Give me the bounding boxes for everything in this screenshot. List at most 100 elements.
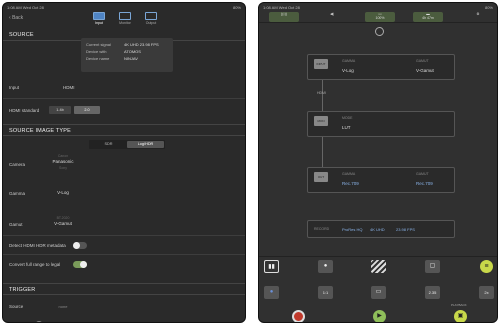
connector-line — [322, 80, 323, 111]
input-gamut-value: V-Gamut — [416, 68, 434, 73]
hdmi-2-0-button[interactable]: 2.0 — [74, 106, 100, 114]
frame-guide-tool[interactable]: ▢ — [425, 260, 440, 273]
hdmi-1-4b-button[interactable]: 1.4b — [49, 106, 71, 114]
detect-hdr-toggle[interactable] — [73, 242, 87, 249]
play-button[interactable]: ▶ — [373, 310, 386, 322]
output-gamma-value: Rec.709 — [342, 181, 359, 186]
gamut-picker[interactable]: BT.2020 V-Gamut — [43, 215, 83, 227]
record-codec: ProRes HQ — [342, 227, 363, 232]
input-mode-tool[interactable]: ▮▮ — [264, 260, 279, 273]
camera-icon[interactable] — [375, 27, 384, 36]
tab-monitor[interactable]: Monitor — [115, 12, 135, 25]
input-gamma-label: GAMMA — [342, 59, 356, 63]
monitor-mode-label: MODE — [342, 116, 353, 120]
input-label: Input — [9, 85, 20, 90]
scale-label: 2x — [484, 290, 489, 295]
back-label: Back — [12, 15, 24, 21]
back-button[interactable]: ‹ Back — [9, 15, 23, 21]
zoom-label: 1:1 — [322, 290, 329, 295]
signal-icon: ((•)) — [281, 12, 287, 16]
scale-tool[interactable]: 2x — [479, 286, 494, 299]
device-name-value: NINJAV — [124, 56, 138, 61]
monitor-icon — [119, 12, 131, 20]
tab-input-label: Input — [95, 21, 103, 25]
convert-range-label: Convert full range to legal — [9, 262, 61, 267]
gamut-selected: V-Gamut — [54, 221, 72, 226]
current-signal-value: 4K UHD 23.98 FPS — [124, 42, 159, 47]
user-tool[interactable]: ● — [318, 260, 333, 273]
camera-picker[interactable]: Canon Panasonic Sony — [43, 153, 83, 171]
top-toolbar: ((•)) ◀) ▭ 100% ▬ 4h 47m ⚙ — [259, 11, 497, 23]
output-gamut-label: GAMUT — [416, 172, 429, 176]
top-nav: ‹ Back Input Monitor Output — [3, 12, 245, 26]
connector-line — [322, 137, 323, 167]
playback-icon: ▣ — [457, 313, 464, 319]
input-box[interactable]: INPUT GAMMA V-Log GAMUT V-Gamut — [307, 54, 455, 80]
toggle-knob — [73, 242, 80, 249]
gamma-selected: V-Log — [57, 190, 69, 195]
volume-icon: ◀) — [330, 12, 334, 16]
tab-output[interactable]: Output — [141, 12, 161, 25]
storage-label: 4h 47m — [422, 16, 434, 20]
output-gamma-label: GAMMA — [342, 172, 356, 176]
dot-icon: ● — [269, 289, 274, 295]
divider — [3, 254, 245, 255]
detect-hdr-label: Detect HDMI HDR metadata — [9, 243, 66, 248]
toggle-knob — [80, 261, 87, 268]
input-chip: INPUT — [314, 59, 328, 69]
volume-button[interactable]: ◀) — [317, 12, 347, 22]
settings-button[interactable]: ⚙ — [463, 12, 493, 22]
menu-button[interactable]: ≡ — [480, 260, 493, 273]
signal-info-box: Current signal 4K UHD 23.98 FPS Device wi… — [81, 38, 173, 72]
user-icon: ● — [323, 263, 328, 269]
output-gamut-value: Rec.709 — [416, 181, 433, 186]
battery-button[interactable]: ▭ 100% — [365, 12, 395, 22]
playback-label: PLAYBACK — [451, 303, 467, 307]
frame-guide-icon: ▢ — [429, 263, 436, 269]
input-icon — [93, 12, 105, 20]
monitor-view-icon: ▭ — [375, 289, 382, 295]
sdr-option[interactable]: SDR — [90, 141, 127, 148]
input-gamma-value: V-Log — [342, 68, 354, 73]
hdmi-standard-label: HDMI standard — [9, 108, 40, 113]
zoom-tool[interactable]: 1:1 — [318, 286, 333, 299]
record-dot-tool[interactable]: ● — [264, 286, 279, 299]
status-time: 1:08 AM Wed Oct 28 — [7, 5, 44, 10]
play-icon: ▶ — [377, 313, 382, 319]
input-value[interactable]: HDMI — [63, 85, 75, 90]
image-type-segment: SDR Log/HDR — [89, 140, 165, 149]
scroll-indicator-icon — [35, 321, 43, 322]
storage-button[interactable]: ▬ 4h 47m — [413, 12, 443, 22]
status-battery: 80% — [232, 5, 241, 10]
monitor-view-tool[interactable]: ▭ — [371, 286, 386, 299]
device-with-label: Device with — [86, 49, 107, 54]
output-box[interactable]: OUT GAMMA Rec.709 GAMUT Rec.709 — [307, 167, 455, 193]
aspect-ratio-tool[interactable]: 2.35 — [425, 286, 440, 299]
trigger-source-picker[interactable]: none — [43, 304, 83, 310]
record-label: RECORD — [314, 227, 330, 231]
input-gamut-label: GAMUT — [416, 59, 429, 63]
divider — [3, 98, 245, 99]
output-chip: OUT — [314, 172, 328, 182]
hdmi-connection-label: HDMI — [317, 91, 326, 95]
record-box[interactable]: RECORD ProRes HQ 4K UHD 23.98 FPS — [307, 220, 455, 238]
gear-icon: ⚙ — [476, 12, 480, 16]
trigger-source-selected: none — [58, 304, 68, 309]
input-settings-panel: 1:08 AM Wed Oct 28 80% ‹ Back Input Moni… — [2, 2, 246, 323]
log-hdr-option[interactable]: Log/HDR — [127, 141, 164, 148]
monitor-box[interactable]: MON MODE LUT — [307, 111, 455, 137]
signal-button[interactable]: ((•)) — [269, 12, 299, 22]
device-name-label: Device name — [86, 56, 110, 61]
aspect-ratio-label: 2.35 — [428, 290, 437, 295]
gamma-picker[interactable]: V-Log — [43, 190, 83, 196]
zebra-tool[interactable] — [371, 260, 386, 273]
playback-button[interactable]: ▣ — [454, 310, 467, 322]
battery-label: 100% — [375, 16, 385, 20]
record-fps: 23.98 FPS — [396, 227, 415, 232]
divider — [259, 256, 497, 257]
output-icon — [145, 12, 157, 20]
device-with-value: ATOMOS — [124, 49, 141, 54]
convert-range-toggle[interactable] — [73, 261, 87, 268]
tab-input[interactable]: Input — [89, 12, 109, 25]
record-button[interactable] — [292, 310, 305, 322]
